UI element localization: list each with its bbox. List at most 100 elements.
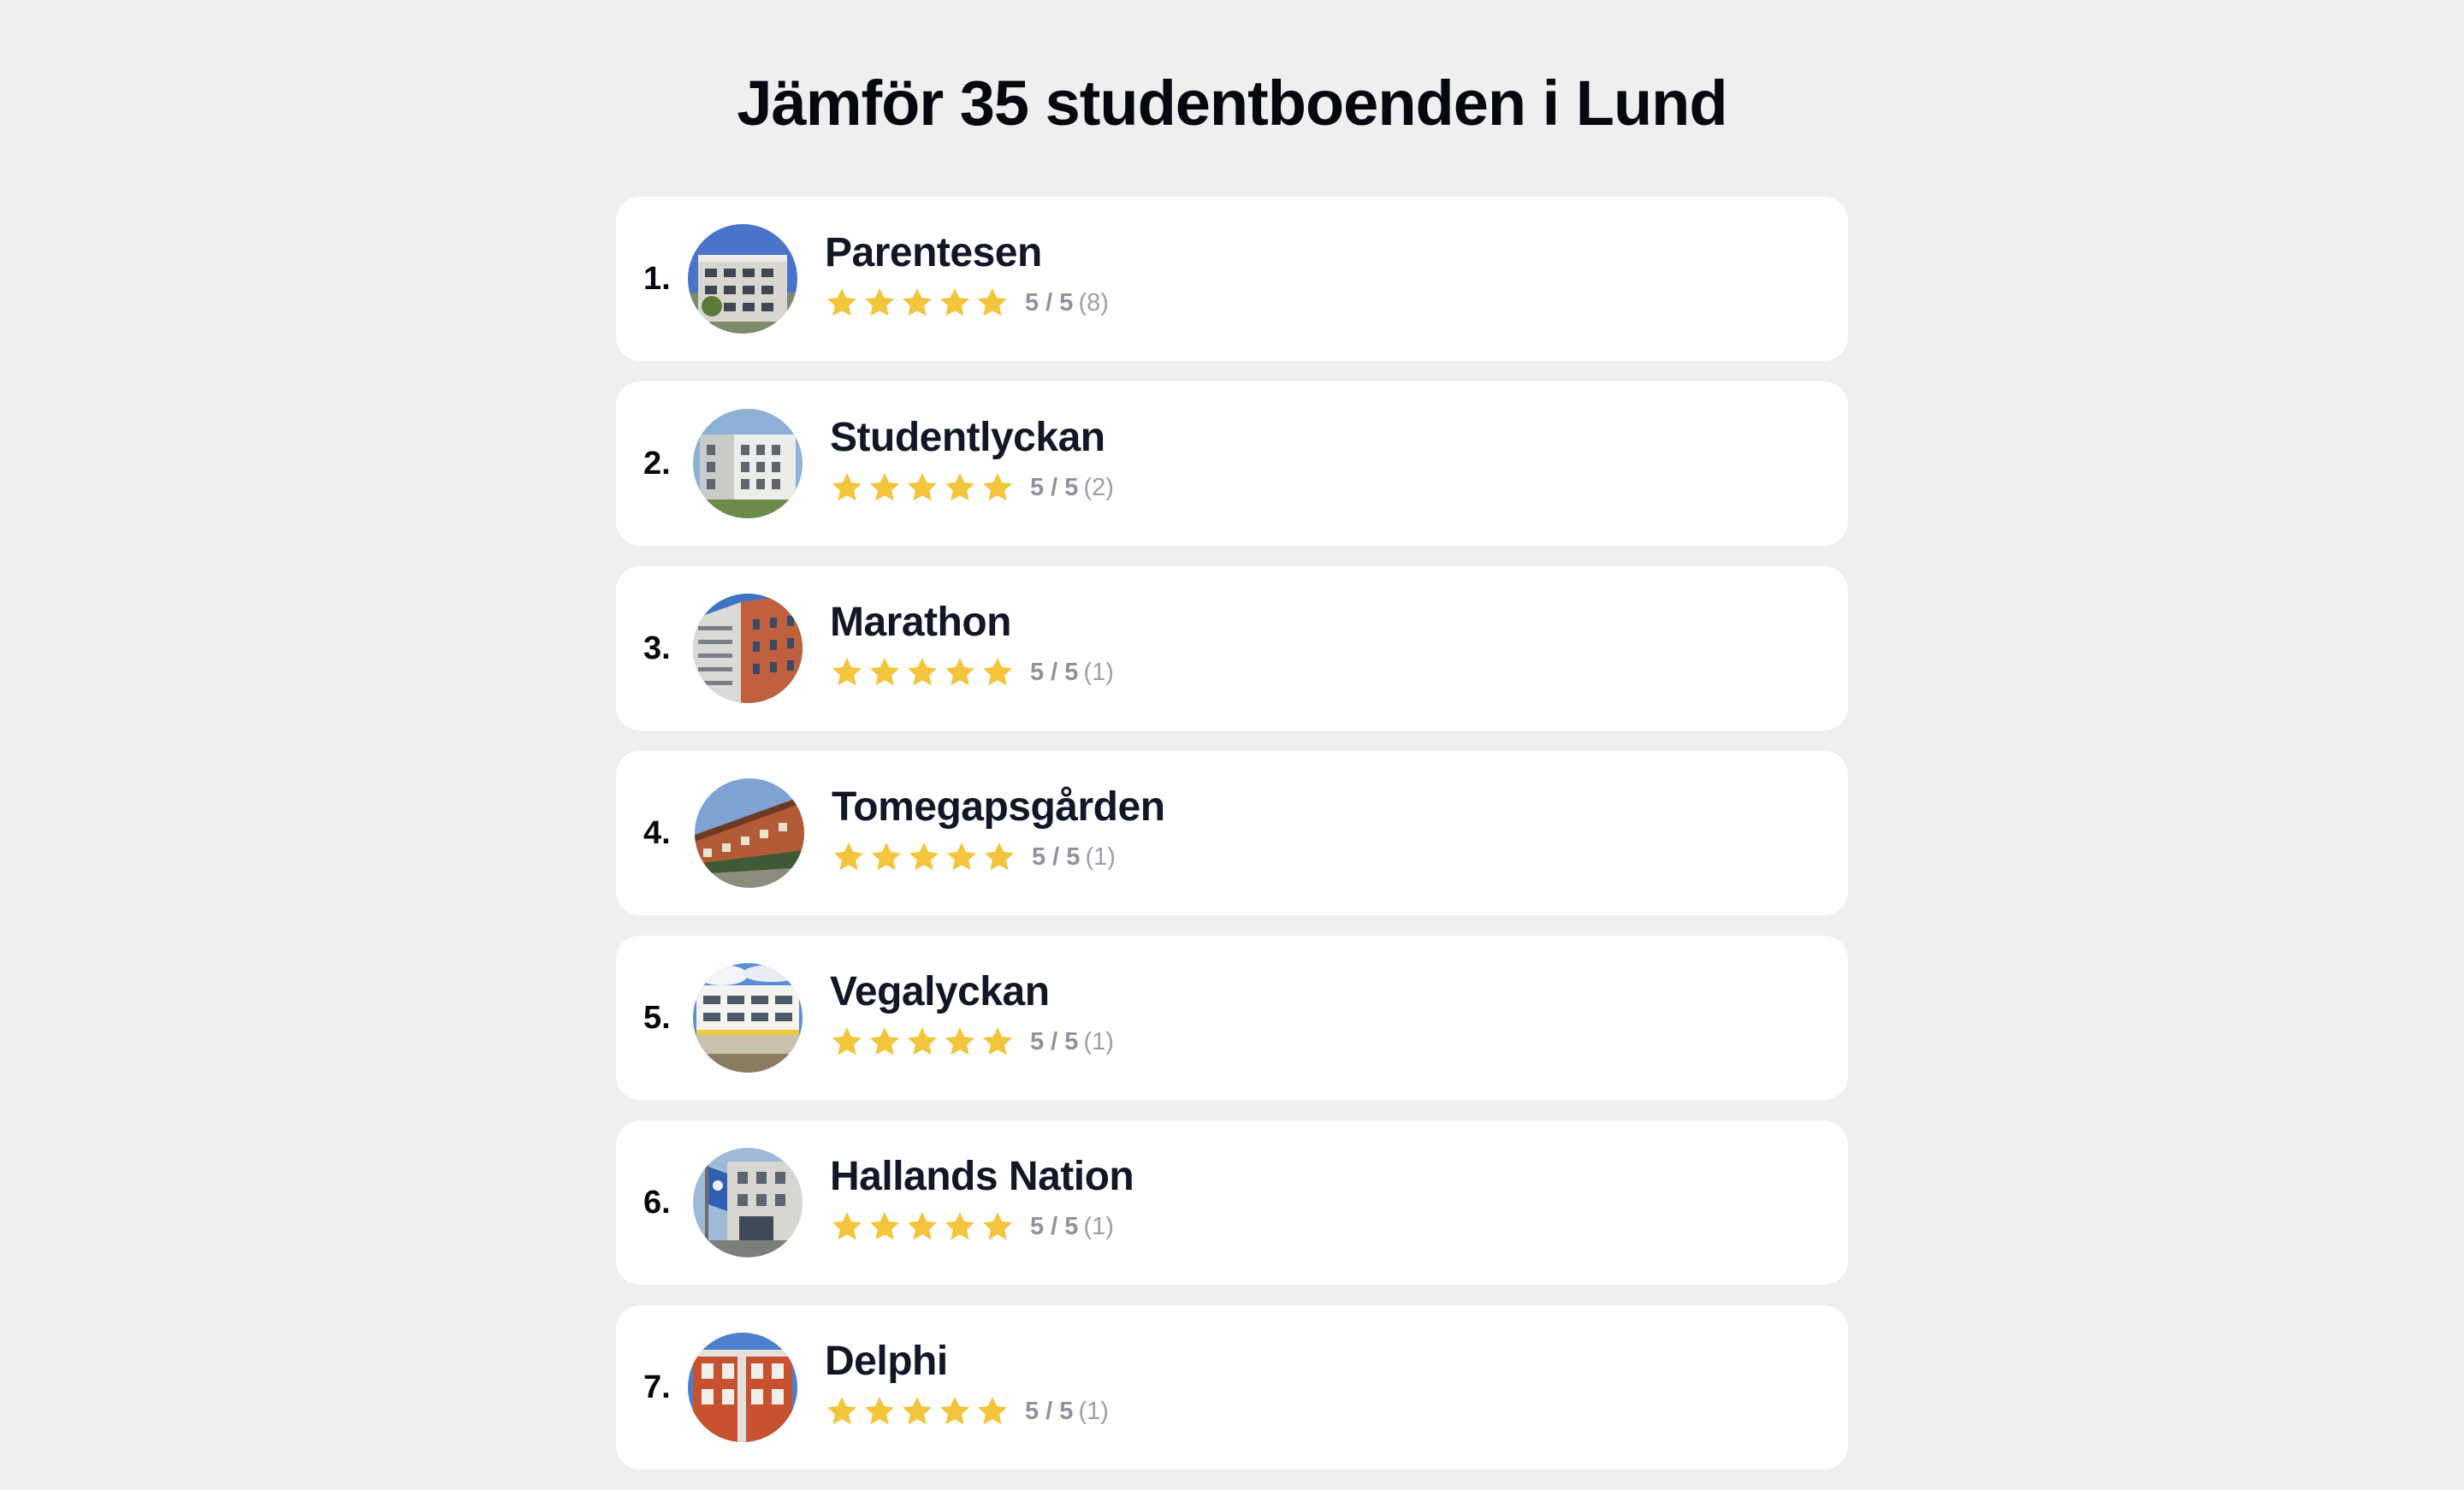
star-icon [945,1027,974,1055]
residence-name[interactable]: Tomegapsgården [832,783,1165,831]
apartment-building-photo-icon [688,224,797,334]
rating-score: 5 / 5 [1025,1397,1074,1425]
star-icon [983,1027,1012,1055]
star-icon [832,658,862,686]
residence-card[interactable]: 5. Vegalyckan 5 / 5 (1) [616,936,1848,1100]
review-count: (2) [1083,473,1114,501]
rank-number: 2. [643,446,671,482]
apartment-building-photo-icon [693,1148,803,1257]
star-icon [945,658,974,686]
apartment-building-photo-icon [695,778,804,888]
review-count: (1) [1078,1397,1109,1425]
star-rating [830,1025,1018,1059]
star-rating [830,470,1018,505]
star-icon [827,288,856,316]
star-icon [909,843,939,871]
residence-card[interactable]: 3. Marathon 5 / 5 (1) [616,566,1848,730]
rating: 5 / 5 (8) [825,284,1109,322]
residence-card[interactable]: 1. Parentesen 5 / 5 (8) [616,197,1848,361]
residence-name[interactable]: Marathon [830,599,1012,646]
residence-card[interactable]: 6. Hallands Nation 5 / 5 (1) [616,1120,1848,1285]
star-icon [940,1397,969,1425]
star-icon [903,1397,932,1425]
review-count: (1) [1083,1027,1114,1055]
rating: 5 / 5 (1) [825,1392,1109,1430]
apartment-building-photo-icon [693,963,803,1073]
star-icon [983,658,1012,686]
rating-score: 5 / 5 [1030,1027,1079,1055]
review-count: (8) [1078,288,1109,316]
star-icon [865,288,894,316]
star-icon [978,1397,1007,1425]
rating-score: 5 / 5 [1032,843,1081,871]
apartment-building-photo-icon [693,409,803,518]
star-rating [830,655,1018,689]
star-icon [832,1027,862,1055]
star-icon [945,473,974,501]
star-icon [832,473,862,501]
star-icon [832,1212,862,1240]
apartment-building-photo-icon [693,594,803,703]
rank-number: 3. [643,630,671,666]
apartment-building-photo-icon [688,1333,797,1442]
residence-photo[interactable] [693,594,803,703]
rating: 5 / 5 (1) [832,838,1116,876]
star-rating [825,1394,1013,1428]
residence-card[interactable]: 7. Delphi 5 / 5 (1) [616,1305,1848,1469]
residence-card[interactable]: 2. Studentlyckan 5 / 5 (2) [616,381,1848,546]
rank-number: 5. [643,1000,671,1036]
residence-name[interactable]: Studentlyckan [830,414,1105,461]
rating-score: 5 / 5 [1030,473,1079,501]
rank-number: 4. [643,815,671,851]
star-icon [983,473,1012,501]
review-count: (1) [1083,1212,1114,1240]
residence-name[interactable]: Vegalyckan [830,968,1050,1015]
star-rating [832,840,1020,874]
rank-number: 7. [643,1369,671,1405]
star-icon [870,473,899,501]
star-icon [870,1212,899,1240]
rating-score: 5 / 5 [1025,288,1074,316]
rating: 5 / 5 (1) [830,1208,1114,1245]
rating: 5 / 5 (2) [830,469,1114,506]
star-icon [908,1027,937,1055]
star-rating [825,286,1013,320]
star-icon [908,658,937,686]
star-icon [827,1397,856,1425]
residence-photo[interactable] [693,409,803,518]
residence-photo[interactable] [688,224,797,334]
star-icon [983,1212,1012,1240]
star-icon [872,843,901,871]
rating: 5 / 5 (1) [830,1023,1114,1061]
star-icon [908,473,937,501]
star-icon [978,288,1007,316]
residence-photo[interactable] [693,963,803,1073]
star-rating [830,1209,1018,1244]
star-icon [870,658,899,686]
review-count: (1) [1083,658,1114,686]
star-icon [945,1212,974,1240]
star-icon [947,843,976,871]
residence-name[interactable]: Hallands Nation [830,1153,1134,1200]
rating-score: 5 / 5 [1030,658,1079,686]
residence-photo[interactable] [693,1148,803,1257]
residence-photo[interactable] [695,778,804,888]
star-icon [908,1212,937,1240]
star-icon [985,843,1014,871]
star-icon [870,1027,899,1055]
rank-number: 6. [643,1185,671,1221]
star-icon [865,1397,894,1425]
star-icon [903,288,932,316]
rank-number: 1. [643,261,671,297]
rating-score: 5 / 5 [1030,1212,1079,1240]
star-icon [834,843,863,871]
residence-list: 1. Parentesen 5 / 5 (8) 2. Studentlyckan… [616,197,1848,1490]
page-title: Jämför 35 studentboenden i Lund [737,68,1727,139]
star-icon [940,288,969,316]
residence-photo[interactable] [688,1333,797,1442]
rating: 5 / 5 (1) [830,653,1114,691]
residence-name[interactable]: Delphi [825,1338,948,1385]
review-count: (1) [1085,843,1116,871]
residence-name[interactable]: Parentesen [825,229,1042,276]
residence-card[interactable]: 4. Tomegapsgården 5 / 5 (1) [616,751,1848,915]
